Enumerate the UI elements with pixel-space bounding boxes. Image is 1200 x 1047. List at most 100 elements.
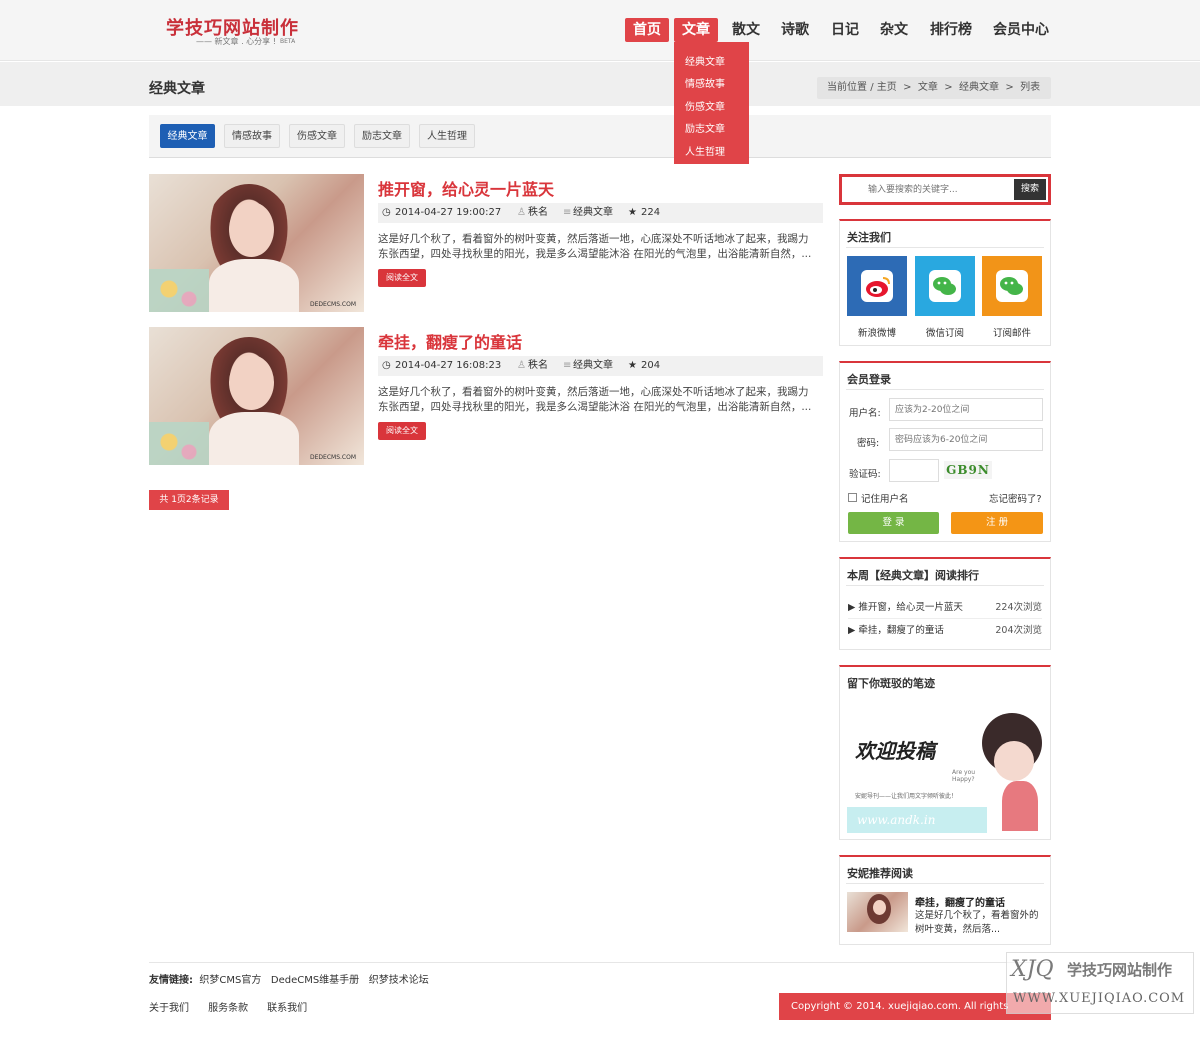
breadcrumb-articles[interactable]: 文章: [918, 82, 938, 93]
dropdown-item-sad[interactable]: 伤感文章: [685, 98, 725, 113]
breadcrumb-classic[interactable]: 经典文章: [959, 82, 999, 93]
remember-label: 记住用户名: [861, 494, 909, 505]
tab-emotion[interactable]: 情感故事: [224, 124, 280, 148]
article-excerpt: 这是好几个秋了，看着窗外的树叶变黄，然后落逝一地，心底深处不听话地冰了起来，我踢…: [378, 233, 812, 260]
read-more-button[interactable]: 阅读全文: [378, 422, 426, 440]
user-icon: ♙: [517, 207, 526, 218]
recommend-thumbnail[interactable]: [847, 892, 908, 932]
dropdown-item-inspire[interactable]: 励志文章: [685, 120, 725, 135]
contribute-banner[interactable]: 欢迎投稿 Are you Happy? 安妮导刊——让我们用文字倾听彼此！ ww…: [847, 707, 1045, 835]
article-category[interactable]: 经典文章: [573, 356, 613, 376]
search-box: ⌕ 搜索: [839, 174, 1051, 205]
site-slogan: —— 新文章 . 心分享 !: [196, 37, 276, 46]
nav-home[interactable]: 首页: [625, 18, 669, 42]
tab-sad[interactable]: 伤感文章: [289, 124, 345, 148]
search-button[interactable]: 搜索: [1014, 179, 1046, 200]
recommend-title[interactable]: 牵挂，翻瘦了的童话: [915, 894, 1005, 909]
nav-poetry[interactable]: 诗歌: [773, 18, 817, 42]
follow-us-panel: 关注我们 新浪微博 微信订阅 订阅邮件: [839, 219, 1051, 346]
mail-icon[interactable]: [982, 256, 1042, 316]
footer-link-contact[interactable]: 联系我们: [267, 1003, 307, 1014]
nav-prose[interactable]: 散文: [724, 18, 768, 42]
watermark-mark: XJQ: [1011, 957, 1054, 982]
article-excerpt: 这是好几个秋了，看着窗外的树叶变黄，然后落逝一地，心底深处不听话地冰了起来，我踢…: [378, 386, 812, 413]
breadcrumb-prefix: 当前位置: [827, 82, 867, 93]
article-views: 224: [641, 207, 661, 218]
ranking-item[interactable]: ▶ 推开窗，给心灵一片蓝天 224次浏览: [848, 597, 1042, 619]
list-icon: ≡: [563, 207, 572, 218]
ranking-item[interactable]: ▶ 牵挂，翻瘦了的童话 204次浏览: [848, 620, 1042, 642]
friend-links: 友情链接: 织梦CMS官方 DedeCMS维基手册 织梦技术论坛: [149, 971, 429, 986]
list-icon: ≡: [563, 360, 572, 371]
tab-philosophy[interactable]: 人生哲理: [419, 124, 475, 148]
password-field[interactable]: [889, 428, 1043, 451]
nav-diary[interactable]: 日记: [823, 18, 867, 42]
articles-dropdown-menu: 经典文章 情感故事 伤感文章 励志文章 人生哲理: [674, 42, 749, 164]
footer-link-terms[interactable]: 服务条款: [208, 1003, 248, 1014]
article-category[interactable]: 经典文章: [573, 203, 613, 223]
follow-label-mail: 订阅邮件: [992, 328, 1031, 339]
page-title: 经典文章: [149, 81, 205, 97]
weibo-icon[interactable]: [847, 256, 907, 316]
captcha-label: 验证码:: [849, 469, 881, 480]
panel-title: 关注我们: [847, 231, 891, 244]
banner-title: 欢迎投稿: [855, 739, 935, 763]
category-tabs: 经典文章 情感故事 伤感文章 励志文章 人生哲理: [149, 115, 1051, 158]
article-author: 秩名: [528, 360, 548, 371]
friend-link[interactable]: 织梦技术论坛: [369, 975, 429, 986]
wechat-icon[interactable]: [915, 256, 975, 316]
search-input[interactable]: [844, 179, 1016, 200]
dropdown-item-classic[interactable]: 经典文章: [685, 53, 725, 68]
friend-link[interactable]: DedeCMS维基手册: [271, 975, 359, 986]
panel-title: 留下你斑驳的笔迹: [847, 677, 935, 690]
dropdown-item-philosophy[interactable]: 人生哲理: [685, 143, 725, 158]
follow-label-wechat: 微信订阅: [925, 328, 964, 339]
nav-essays[interactable]: 杂文: [872, 18, 916, 42]
nav-articles[interactable]: 文章: [674, 18, 718, 42]
breadcrumb-home[interactable]: 主页: [877, 82, 897, 93]
banner-caption: 安妮导刊——让我们用文字倾听彼此！: [855, 793, 958, 800]
username-field[interactable]: [889, 398, 1043, 421]
forgot-password-link[interactable]: 忘记密码了?: [989, 491, 1042, 505]
nav-member-center[interactable]: 会员中心: [985, 18, 1057, 42]
register-button[interactable]: 注 册: [951, 512, 1043, 534]
tab-inspire[interactable]: 励志文章: [354, 124, 410, 148]
follow-label-weibo: 新浪微博: [857, 328, 896, 339]
article-date: 2014-04-27 16:08:23: [395, 360, 502, 371]
read-more-button[interactable]: 阅读全文: [378, 269, 426, 287]
watermark-url: WWW.XUEJIQIAO.COM: [1013, 991, 1186, 1006]
tab-classic[interactable]: 经典文章: [160, 124, 215, 148]
breadcrumb: 当前位置 / 主页 > 文章 > 经典文章 > 列表: [817, 77, 1051, 99]
user-icon: ♙: [517, 360, 526, 371]
footer-divider: [149, 962, 1051, 963]
friend-link[interactable]: 织梦CMS官方: [199, 975, 261, 986]
breadcrumb-list: 列表: [1020, 82, 1041, 93]
ranking-item-title[interactable]: 推开窗，给心灵一片蓝天: [858, 602, 963, 613]
captcha-field[interactable]: [889, 459, 939, 482]
article-thumbnail[interactable]: DEDECMS.COM: [149, 174, 364, 312]
nav-rankings[interactable]: 排行榜: [922, 18, 980, 42]
watermark-logo: XJQ 学技巧网站制作 WWW.XUEJIQIAO.COM: [1006, 952, 1194, 1014]
breadcrumb-sep: >: [941, 82, 956, 93]
login-button[interactable]: 登 录: [848, 512, 939, 534]
article-title[interactable]: 牵挂，翻瘦了的童话: [378, 329, 522, 353]
article-title[interactable]: 推开窗，给心灵一片蓝天: [378, 176, 554, 200]
ranking-item-title[interactable]: 牵挂，翻瘦了的童话: [858, 625, 944, 636]
contribute-panel: 留下你斑驳的笔迹 欢迎投稿 Are you Happy? 安妮导刊——让我们用文…: [839, 665, 1051, 840]
panel-title: 安妮推荐阅读: [847, 867, 913, 880]
remember-checkbox[interactable]: [848, 493, 857, 502]
girl-illustration: [972, 711, 1044, 831]
password-label: 密码:: [857, 438, 880, 449]
footer-link-about[interactable]: 关于我们: [149, 1003, 189, 1014]
captcha-image[interactable]: GB9N: [944, 461, 992, 479]
article-date: 2014-04-27 19:00:27: [395, 207, 502, 218]
article-thumbnail[interactable]: DEDECMS.COM: [149, 327, 364, 465]
footer-nav: 关于我们 服务条款 联系我们: [149, 999, 307, 1014]
article-author: 秩名: [528, 207, 548, 218]
dropdown-item-emotion[interactable]: 情感故事: [685, 75, 725, 90]
banner-url: www.andk.in: [847, 807, 987, 833]
panel-title: 会员登录: [847, 373, 891, 386]
image-watermark: DEDECMS.COM: [310, 301, 356, 308]
article-meta: ◷ 2014-04-27 16:08:23 ♙ 秩名 ≡ 经典文章 ★ 204: [378, 356, 823, 376]
article-meta: ◷ 2014-04-27 19:00:27 ♙ 秩名 ≡ 经典文章 ★ 224: [378, 203, 823, 223]
